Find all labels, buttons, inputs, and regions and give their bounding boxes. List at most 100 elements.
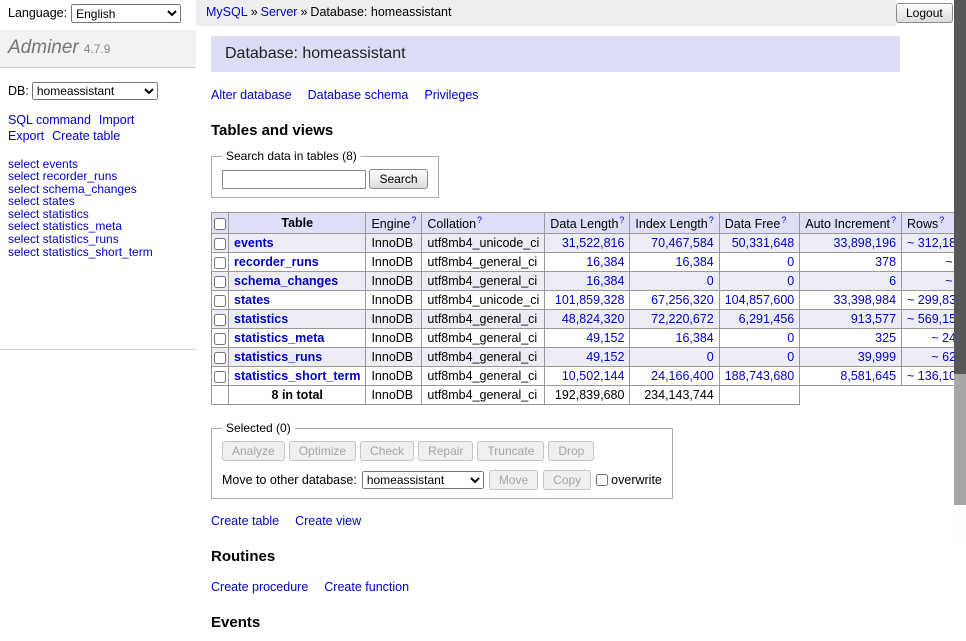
index-length-link[interactable]: 70,467,584 — [651, 236, 714, 250]
data-free-link[interactable]: 0 — [787, 255, 794, 269]
auto-increment-link[interactable]: 913,577 — [851, 312, 896, 326]
auto-increment-link[interactable]: 33,898,196 — [833, 236, 896, 250]
data-length-link[interactable]: 49,152 — [586, 350, 624, 364]
database-schema-link[interactable]: Database schema — [308, 88, 409, 102]
sidebar-table-link[interactable]: select statistics_short_term — [8, 246, 188, 259]
table-name-link[interactable]: statistics — [234, 312, 288, 326]
data-free-link[interactable]: 6,291,456 — [739, 312, 795, 326]
create-view-link[interactable]: Create view — [295, 514, 361, 528]
select-all-checkbox[interactable] — [214, 218, 226, 230]
data-free-link[interactable]: 50,331,648 — [732, 236, 795, 250]
table-name-link[interactable]: states — [234, 293, 270, 307]
data-length-link[interactable]: 31,522,816 — [562, 236, 625, 250]
analyze-button[interactable]: Analyze — [222, 441, 285, 461]
data-length-link[interactable]: 16,384 — [586, 255, 624, 269]
scrollbar[interactable] — [954, 0, 966, 543]
selected-actions: AnalyzeOptimizeCheckRepairTruncateDrop — [222, 441, 662, 461]
alter-database-link[interactable]: Alter database — [211, 88, 292, 102]
collation-cell: utf8mb4_general_ci — [422, 310, 545, 329]
row-checkbox[interactable] — [214, 276, 226, 288]
data-length-link[interactable]: 48,824,320 — [562, 312, 625, 326]
overwrite-checkbox[interactable] — [596, 474, 608, 486]
data-length-link[interactable]: 10,502,144 — [562, 369, 625, 383]
row-check-cell — [212, 367, 229, 386]
data-free-link[interactable]: 0 — [787, 350, 794, 364]
scrollbar-thumb[interactable] — [954, 0, 966, 374]
optimize-button[interactable]: Optimize — [289, 441, 356, 461]
move-db-select[interactable]: homeassistant — [362, 471, 484, 489]
data-free-link[interactable]: 0 — [787, 331, 794, 345]
search-button[interactable]: Search — [369, 169, 427, 189]
breadcrumb-server-link[interactable]: Server — [261, 5, 298, 19]
sidebar-table-link[interactable]: select states — [8, 195, 188, 208]
auto-increment-link[interactable]: 8,581,645 — [840, 369, 896, 383]
create-procedure-link[interactable]: Create procedure — [211, 580, 308, 594]
index-length-link[interactable]: 0 — [707, 350, 714, 364]
auto-increment-help-link[interactable]: ? — [891, 215, 896, 225]
collation-help-link[interactable]: ? — [477, 215, 482, 225]
index-length-link[interactable]: 72,220,672 — [651, 312, 714, 326]
app-logo-bar: Adminer4.7.9 — [0, 30, 196, 68]
row-checkbox[interactable] — [214, 352, 226, 364]
data-free-link[interactable]: 104,857,600 — [725, 293, 795, 307]
db-select[interactable]: homeassistant — [32, 82, 158, 100]
adminer-logo-link[interactable]: Adminer — [8, 37, 79, 58]
import-link[interactable]: Import — [99, 113, 134, 127]
data-free-help-link[interactable]: ? — [781, 215, 786, 225]
table-name-link[interactable]: recorder_runs — [234, 255, 319, 269]
drop-button[interactable]: Drop — [548, 441, 594, 461]
move-button[interactable]: Move — [489, 470, 538, 490]
repair-button[interactable]: Repair — [418, 441, 473, 461]
table-name-link[interactable]: events — [234, 236, 274, 250]
table-name-link[interactable]: statistics_short_term — [234, 369, 360, 383]
create-function-link[interactable]: Create function — [324, 580, 409, 594]
sidebar-table-link[interactable]: select recorder_runs — [8, 170, 188, 183]
table-name-link[interactable]: schema_changes — [234, 274, 338, 288]
index-length-link[interactable]: 0 — [707, 274, 714, 288]
auto-increment-link[interactable]: 39,999 — [858, 350, 896, 364]
auto-increment-link[interactable]: 33,398,984 — [833, 293, 896, 307]
overwrite-label[interactable]: overwrite — [596, 473, 662, 487]
row-checkbox[interactable] — [214, 257, 226, 269]
data-length-help-link[interactable]: ? — [619, 215, 624, 225]
row-checkbox[interactable] — [214, 371, 226, 383]
search-input[interactable] — [222, 170, 366, 189]
main-content: Database: homeassistant Alter databaseDa… — [196, 26, 954, 641]
data-free-link[interactable]: 0 — [787, 274, 794, 288]
data-length-link[interactable]: 16,384 — [586, 274, 624, 288]
check-button[interactable]: Check — [360, 441, 414, 461]
index-length-link[interactable]: 16,384 — [676, 331, 714, 345]
logout-button[interactable]: Logout — [896, 3, 953, 23]
privileges-link[interactable]: Privileges — [424, 88, 478, 102]
sql-command-link[interactable]: SQL command — [8, 113, 91, 127]
auto-increment-link[interactable]: 6 — [889, 274, 896, 288]
create-table-sidebar-link[interactable]: Create table — [52, 129, 120, 143]
export-link[interactable]: Export — [8, 129, 44, 143]
sidebar-table-link[interactable]: select statistics_runs — [8, 233, 188, 246]
row-checkbox[interactable] — [214, 238, 226, 250]
engine-help-link[interactable]: ? — [411, 215, 416, 225]
table-name-link[interactable]: statistics_meta — [234, 331, 324, 345]
col-header-data-free-label: Data Free — [725, 217, 781, 231]
index-length-link[interactable]: 16,384 — [676, 255, 714, 269]
auto-increment-link[interactable]: 325 — [875, 331, 896, 345]
index-length-link[interactable]: 24,166,400 — [651, 369, 714, 383]
create-table-link[interactable]: Create table — [211, 514, 279, 528]
index-length-help-link[interactable]: ? — [709, 215, 714, 225]
search-legend: Search data in tables (8) — [222, 149, 361, 163]
data-length-link[interactable]: 101,859,328 — [555, 293, 625, 307]
data-free-link[interactable]: 188,743,680 — [725, 369, 795, 383]
data-length-link[interactable]: 49,152 — [586, 331, 624, 345]
copy-button[interactable]: Copy — [543, 470, 591, 490]
index-length-link[interactable]: 67,256,320 — [651, 293, 714, 307]
breadcrumb-mysql-link[interactable]: MySQL — [206, 5, 248, 19]
table-name-link[interactable]: statistics_runs — [234, 350, 322, 364]
row-checkbox[interactable] — [214, 333, 226, 345]
row-checkbox[interactable] — [214, 295, 226, 307]
selected-legend: Selected (0) — [222, 421, 295, 435]
rows-help-link[interactable]: ? — [939, 215, 944, 225]
language-select[interactable]: English — [71, 4, 181, 23]
truncate-button[interactable]: Truncate — [477, 441, 544, 461]
auto-increment-link[interactable]: 378 — [875, 255, 896, 269]
row-checkbox[interactable] — [214, 314, 226, 326]
